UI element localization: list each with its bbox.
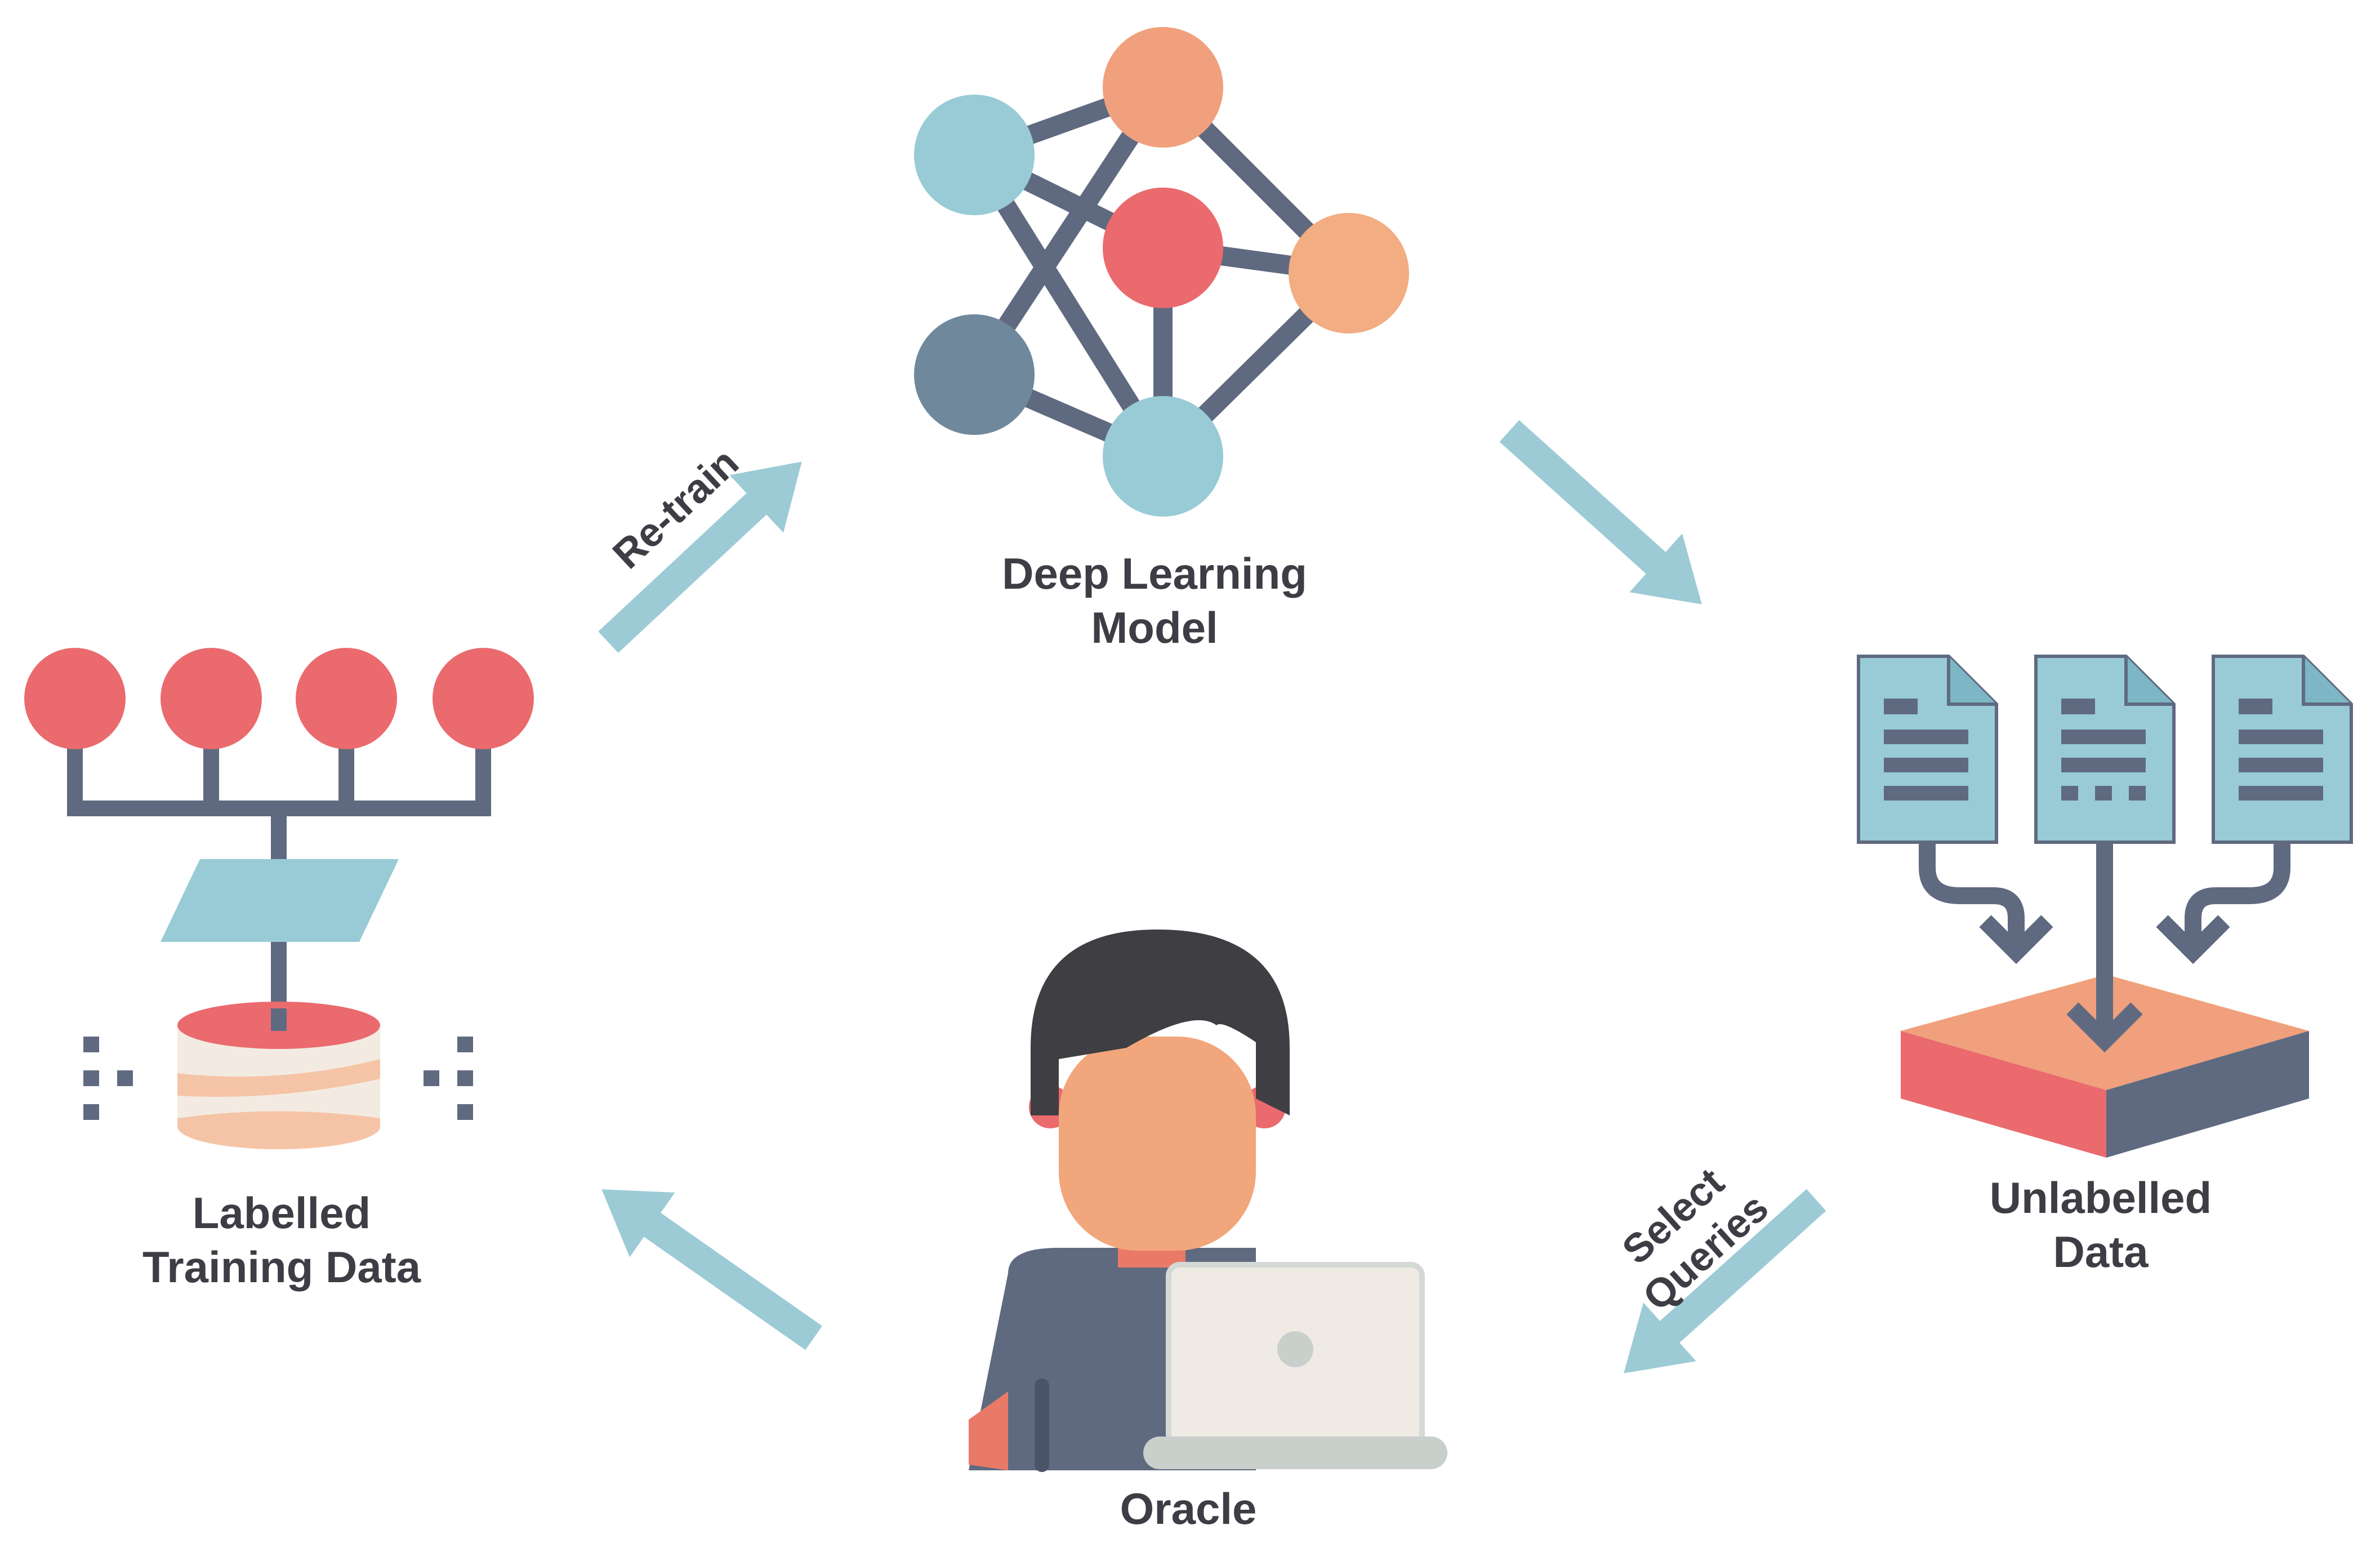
- labelled-database-tree-icon: [24, 648, 534, 1149]
- data-dots-right: [424, 1037, 473, 1120]
- document-icon: [1857, 655, 1998, 844]
- node-right: [1289, 213, 1409, 333]
- tree-node: [433, 648, 534, 749]
- tree-node: [296, 648, 397, 749]
- oracle-to-labelled-arrow: [601, 1189, 822, 1350]
- laptop-base: [1143, 1437, 1447, 1469]
- labelled-label-line1: Labelled: [192, 1188, 371, 1238]
- model-label: Deep Learning Model: [929, 546, 1380, 655]
- unlabelled-label-line1: Unlabelled: [1989, 1173, 2212, 1222]
- laptop-logo: [1277, 1331, 1313, 1367]
- node-top: [1103, 27, 1223, 148]
- model-label-line2: Model: [1091, 603, 1218, 652]
- tree-node: [24, 648, 126, 749]
- unlabelled-label-line2: Data: [2053, 1227, 2149, 1277]
- neural-network-icon: [914, 27, 1409, 517]
- node-center: [1103, 188, 1223, 308]
- oracle-label-text: Oracle: [1120, 1484, 1257, 1533]
- data-dots-left: [83, 1037, 133, 1120]
- oracle-label: Oracle: [1048, 1482, 1329, 1536]
- unlabelled-label: Unlabelled Data: [1915, 1171, 2287, 1279]
- model-to-unlabelled-arrow: [1499, 420, 1702, 604]
- node-top-left: [914, 95, 1035, 215]
- tree-node: [161, 648, 262, 749]
- model-label-line1: Deep Learning: [1002, 549, 1307, 598]
- active-learning-cycle-diagram: [24, 27, 2353, 1472]
- documents-to-tray-icon: [1857, 655, 2353, 1158]
- node-bottom-left: [914, 314, 1035, 435]
- labelled-label: Labelled Training Data: [73, 1186, 490, 1294]
- label-tag-shape: [161, 859, 399, 942]
- labelled-label-line2: Training Data: [142, 1242, 421, 1292]
- database-icon: [177, 1002, 380, 1149]
- document-icon: [2034, 655, 2176, 844]
- node-bottom: [1103, 396, 1223, 517]
- document-icon: [2212, 655, 2353, 844]
- person-with-laptop-icon: [969, 930, 1447, 1472]
